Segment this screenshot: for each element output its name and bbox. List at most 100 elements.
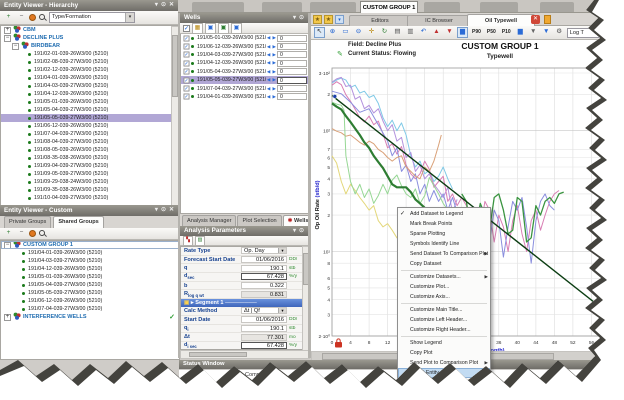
tree-well-row[interactable]: 191/04-12-039-26W3/00 (5210) [1, 265, 179, 273]
well-shift-input[interactable]: 0 [277, 35, 307, 42]
copy-analysis-icon[interactable]: ▨ [195, 236, 205, 246]
redacted-tab[interactable] [540, 2, 574, 12]
tree-well-row[interactable]: 191/09-35-038-26W3/00 (5210) [1, 186, 179, 194]
decrement-icon[interactable]: ◀ [267, 69, 271, 75]
menu-item-show-legend[interactable]: Show Legend [398, 338, 490, 348]
forecast-start-marker[interactable] [333, 94, 337, 98]
zoom-in-tool-icon[interactable]: ⊕ [327, 27, 338, 38]
favorites-icon[interactable]: ★ [313, 15, 322, 24]
param-value[interactable]: 67.428 [241, 342, 287, 349]
tree-well-row[interactable]: 191/02-01-039-26W3/00 (5210) [1, 50, 179, 58]
undo-icon[interactable]: ↶ [418, 27, 429, 38]
menu-item-sparse-plotting[interactable]: Sparse Plotting [398, 229, 490, 239]
menu-item-customize-plot[interactable]: Customize Plot... [398, 282, 490, 292]
tree-well-row[interactable]: 191/09-05-039-27W3/00 (5210) [1, 170, 179, 178]
segment-header[interactable]: ▣ ▸ Segment 1 ──────── [181, 299, 302, 307]
tree-well-row[interactable]: 191/05-05-039-27W3/00 (5210) [1, 114, 179, 122]
tree-well-row[interactable]: 191/02-08-039-27W3/00 (5210) [1, 58, 179, 66]
decrement-icon[interactable]: ◀ [267, 35, 271, 41]
tab-private-groups[interactable]: Private Groups [4, 216, 51, 228]
tree-well-row[interactable]: 191/10-04-039-27W3/00 (5210) [1, 194, 179, 202]
check-all-icon[interactable]: ✓ [183, 25, 190, 32]
tree-well-row[interactable]: 191/09-29-038-24W3/00 (5210) [1, 178, 179, 186]
expander-icon[interactable]: − [4, 242, 11, 249]
tree-well-row[interactable]: 191/05-01-039-26W3/00 (5210) [1, 98, 179, 106]
well-shift-input[interactable]: 0 [277, 93, 307, 100]
menu-item-send-dataset-to-comparison-plot[interactable]: Send Dataset To Comparison Plot▶ [398, 249, 490, 259]
pin-icon[interactable]: ⊙ [161, 0, 166, 11]
well-shift-input[interactable]: 0 [277, 85, 307, 92]
increment-icon[interactable]: ▶ [272, 52, 276, 58]
collapse-icon[interactable]: ▾ [155, 0, 158, 11]
param-value[interactable]: 67.428 [241, 273, 287, 280]
wells-list-row[interactable]: ✓191/06-12-039-26W3/00 (5210)◀▶0 [181, 42, 309, 50]
row-checkbox[interactable]: ✓ [184, 77, 190, 83]
export-wells-icon[interactable]: ▦ [192, 23, 203, 34]
redacted-tab[interactable] [310, 2, 356, 12]
redacted-tab[interactable] [424, 2, 460, 12]
wells-list-row[interactable]: ✓191/04-12-039-26W3/00 (5210)◀▶0 [181, 59, 309, 67]
plot-selected-icon[interactable]: ▣ [205, 23, 216, 34]
chevron-down-icon[interactable]: ▾ [278, 308, 286, 313]
expander-icon[interactable]: + [4, 314, 11, 321]
decrement-icon[interactable]: ◀ [267, 77, 271, 83]
tree-well-row[interactable]: 191/08-04-039-27W3/00 (5210) [1, 138, 179, 146]
tree-well-row[interactable]: 191/08-05-039-26W3/00 (5210) [1, 146, 179, 154]
menu-item-mark-break-points[interactable]: Mark Break Points [398, 219, 490, 229]
tree-well-row[interactable]: 191/08-35-038-26W3/00 (5210) [1, 154, 179, 162]
menu-item-copy-plot[interactable]: Copy Plot [398, 348, 490, 358]
row-checkbox[interactable]: ✓ [184, 60, 190, 66]
wells-list-row[interactable]: ✓191/05-04-039-27W3/00 (5210)◀▶0 [181, 68, 309, 76]
well-shift-input[interactable]: 0 [277, 51, 307, 58]
param-value[interactable]: 190.1 [241, 265, 287, 272]
tree-well-row[interactable]: 191/04-01-039-26W3/00 (5210) [1, 249, 179, 257]
new-analysis-icon[interactable]: ▚ [183, 236, 193, 246]
param-value[interactable]: 77.301 [241, 334, 287, 341]
tree-well-row[interactable]: 191/07-04-039-27W3/00 (5210) [1, 305, 179, 313]
zoom-out-icon[interactable]: ⊖ [353, 27, 364, 38]
funnel-blue-icon[interactable]: ▼ [541, 27, 552, 38]
hierarchy-filter-select[interactable]: Type/Formation ▾ [49, 12, 135, 23]
custom-group-row[interactable]: −CUSTOM GROUP 1 [1, 241, 179, 249]
pin-icon[interactable]: ⊙ [299, 226, 304, 236]
tree-well-row[interactable]: 191/04-12-039-26W3/00 (5210) [1, 90, 179, 98]
pin-icon[interactable] [29, 230, 36, 237]
dataset-red2-icon[interactable]: ▼ [444, 27, 455, 38]
wells-list-row[interactable]: ✓191/05-01-039-26W3/00 (5210)◀▶0 [181, 34, 309, 42]
well-shift-input[interactable]: 0 [277, 68, 307, 75]
menu-item-customize-axis[interactable]: Customize Axis... [398, 292, 490, 302]
p90-button[interactable]: P90 [470, 27, 483, 38]
tree-well-row[interactable]: 191/05-01-039-26W3/00 (5210) [1, 273, 179, 281]
tree-well-row[interactable]: 191/05-04-039-27W3/00 (5210) [1, 281, 179, 289]
chart-blue2-icon[interactable]: ▆ [515, 27, 526, 38]
p50-button[interactable]: P50 [485, 27, 498, 38]
expander-icon[interactable]: − [12, 43, 19, 50]
row-checkbox[interactable]: ✓ [184, 86, 190, 92]
collapse-icon[interactable]: ▾ [155, 205, 158, 216]
increment-icon[interactable]: ▶ [272, 94, 276, 100]
collapse-icon[interactable]: ▾ [293, 13, 296, 23]
increment-icon[interactable]: ▶ [272, 77, 276, 83]
new-tab-icon[interactable] [544, 15, 551, 24]
redacted-tab[interactable] [262, 2, 302, 12]
menu-item-customize-datasets[interactable]: Customize Datasets...▶ [398, 272, 490, 282]
funnel-icon[interactable]: ▼ [528, 27, 539, 38]
increment-icon[interactable]: ▶ [272, 60, 276, 66]
close-tab-icon[interactable]: ✕ [531, 15, 540, 24]
chevron-down-icon[interactable]: ▾ [125, 13, 134, 22]
tree-well-row[interactable]: 191/05-05-039-27W3/00 (5210) [1, 289, 179, 297]
plot-group-icon[interactable]: ▣ [218, 23, 229, 34]
zoom-box-icon[interactable]: ▭ [340, 27, 351, 38]
wells-list-row[interactable]: ✓191/05-05-039-27W3/00 (5210)◀▶0 [181, 76, 309, 84]
well-shift-input[interactable]: 0 [277, 43, 307, 50]
pin-filter-icon[interactable] [29, 14, 36, 21]
axis-lock-icon[interactable] [335, 339, 342, 348]
add-group-button[interactable]: + [3, 228, 14, 239]
print-preview-icon[interactable]: ▥ [405, 27, 416, 38]
param-value[interactable]: 01/06/2016 [241, 256, 287, 263]
decrement-icon[interactable]: ◀ [267, 94, 271, 100]
row-checkbox[interactable]: ✓ [184, 94, 190, 100]
menu-item-copy-dataset[interactable]: Copy Dataset [398, 259, 490, 269]
wells-list-row[interactable]: ✓191/04-03-039-27W3/00 (5210)◀▶0 [181, 51, 309, 59]
menu-item-symbols-identify-line[interactable]: Symbols Identify Line [398, 239, 490, 249]
